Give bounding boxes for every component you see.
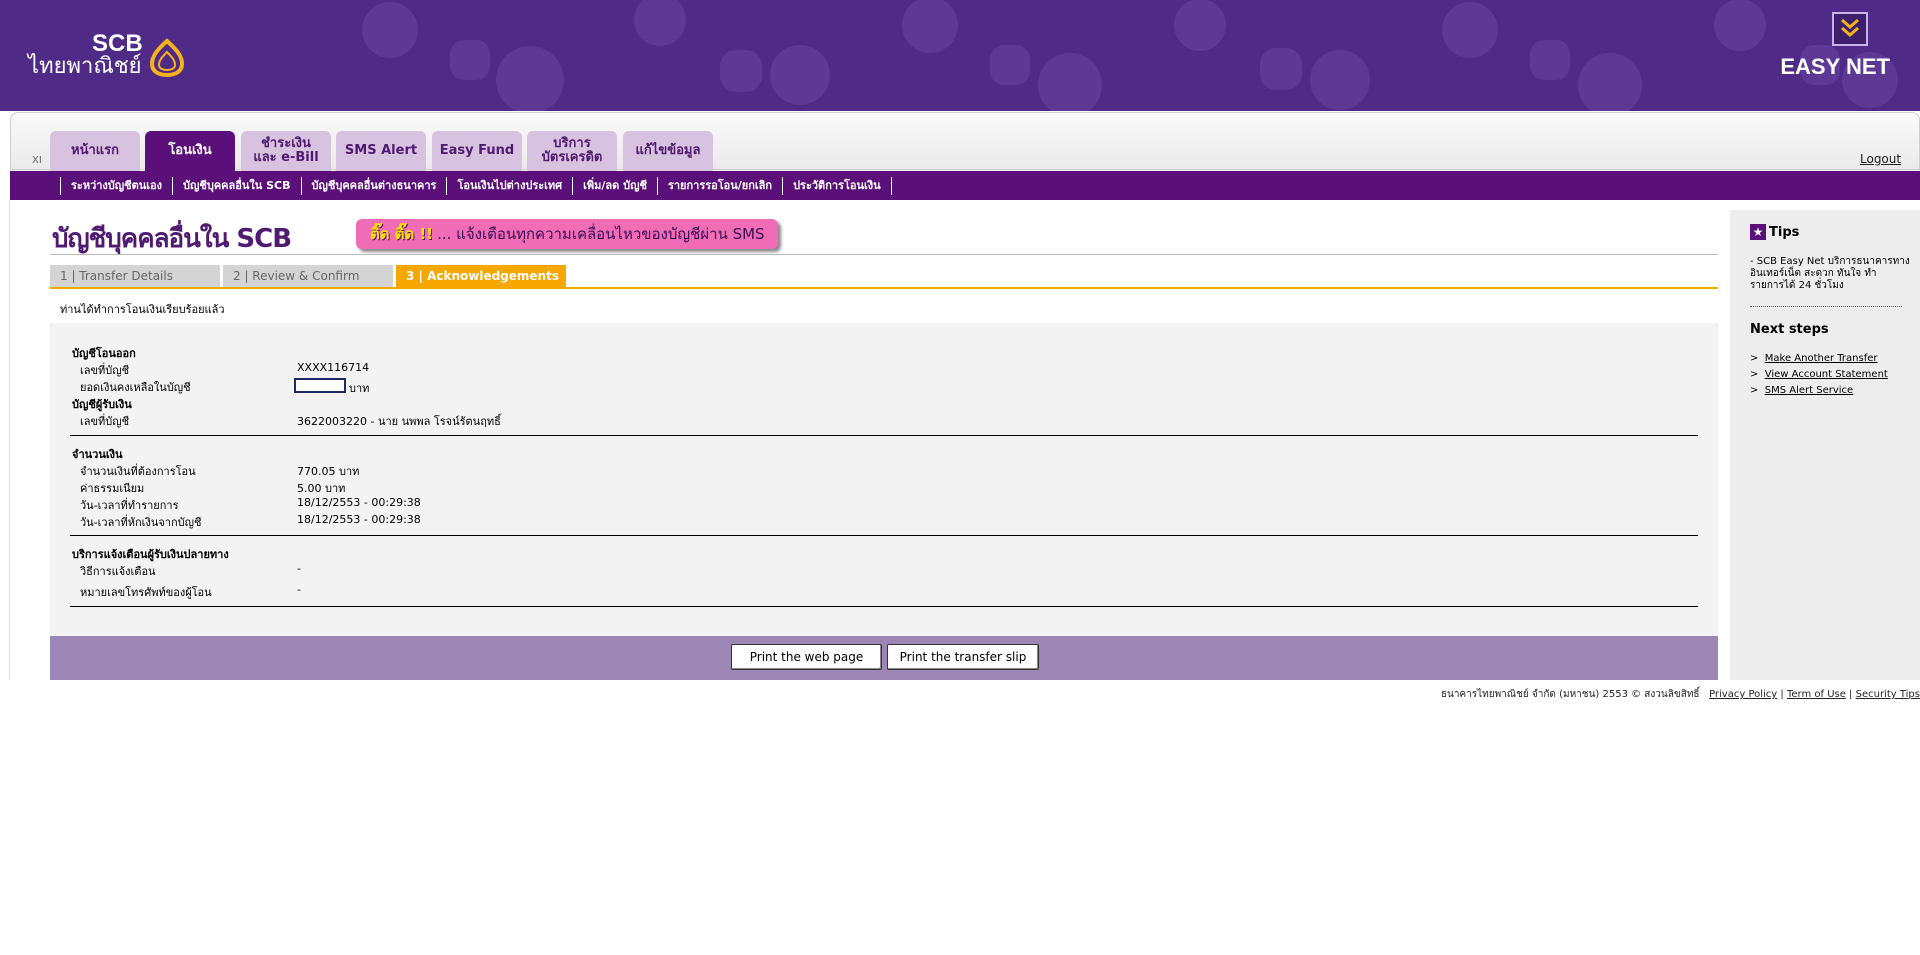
notify-section: บริการแจ้งเตือนผู้รับเงินปลายทาง <box>72 548 229 561</box>
phone-label: หมายเลขโทรศัพท์ของผู้โอน <box>80 586 212 599</box>
sms-alert-service-text[interactable]: SMS Alert Service <box>1765 385 1853 396</box>
amount-value: 770.05 บาท <box>297 465 360 478</box>
subnav-other-scb[interactable]: บัญชีบุคคลอื่นใน SCB <box>172 176 301 195</box>
security-tips-link[interactable]: Security Tips <box>1856 689 1920 700</box>
xi-label: XI <box>32 155 42 166</box>
view-account-statement-text[interactable]: View Account Statement <box>1765 369 1888 380</box>
step-transfer-details: 1 | Transfer Details <box>50 265 220 287</box>
subnav-pending-cancel[interactable]: รายการรอโอน/ยกเลิก <box>656 176 782 195</box>
tab-credit-card[interactable]: บริการ บัตรเครดิต <box>527 131 617 171</box>
subnav-other-bank[interactable]: บัญชีบุคคลอื่นต่างธนาคาร <box>300 176 447 195</box>
debit-time-label: วัน-เวลาที่หักเงินจากบัญชี <box>80 516 202 529</box>
tab-easy-fund[interactable]: Easy Fund <box>432 131 522 171</box>
footer-copyright: ธนาคารไทยพาณิชย์ จำกัด (มหาชน) 2553 © สง… <box>1440 689 1700 700</box>
double-chevron-down-icon <box>1841 18 1859 37</box>
privacy-policy-link[interactable]: Privacy Policy <box>1709 689 1777 700</box>
tab-edit-profile-label: แก้ไขข้อมูล <box>635 143 701 159</box>
view-account-statement-link[interactable]: > View Account Statement <box>1750 369 1888 380</box>
tab-home[interactable]: หน้าแรก <box>50 131 140 171</box>
make-another-transfer-link[interactable]: > Make Another Transfer <box>1750 353 1877 364</box>
tips-title: Tips <box>1769 224 1800 240</box>
tab-credit-card-label: บริการ บัตรเครดิต <box>541 136 603 165</box>
tab-payment-label: ชำระเงิน และ e-Bill <box>253 136 319 165</box>
subnav-overseas[interactable]: โอนเงินไปต่างประเทศ <box>446 176 572 195</box>
terms-of-use-link[interactable]: Term of Use <box>1787 689 1846 700</box>
to-account-label: เลขที่บัญชี <box>80 415 130 428</box>
tab-transfer[interactable]: โอนเงิน <box>145 131 235 171</box>
title-divider <box>50 254 1718 255</box>
tips-divider <box>1750 306 1902 307</box>
fee-value: 5.00 บาท <box>297 482 346 495</box>
success-message: ท่านได้ทำการโอนเงินเรียบร้อยแล้ว <box>60 303 225 316</box>
subnav-history[interactable]: ประวัติการโอนเงิน <box>782 176 892 195</box>
notify-method-label: วิธีการแจ้งเตือน <box>80 565 156 578</box>
to-account-value: 3622003220 - นาย นพพล โรจน์รัตนฤทธิ์ <box>297 415 501 428</box>
print-transfer-slip-button[interactable]: Print the transfer slip <box>887 644 1039 670</box>
divider <box>70 435 1698 436</box>
txn-time-value: 18/12/2553 - 00:29:38 <box>297 496 421 509</box>
step-divider <box>50 287 1718 289</box>
balance-unit: บาท <box>349 382 370 395</box>
from-account-section: บัญชีโอนออก <box>72 347 136 360</box>
step-review-confirm: 2 | Review & Confirm <box>223 265 393 287</box>
notify-method-value: - <box>297 562 301 575</box>
divider <box>70 535 1698 536</box>
step-acknowledgements: 3 | Acknowledgements <box>396 265 566 287</box>
subnav-own-accounts[interactable]: ระหว่างบัญชีตนเอง <box>60 176 172 195</box>
sms-alert-banner[interactable]: ติ๊ด ติ๊ด !! ... แจ้งเตือนทุกความเคลื่อน… <box>356 219 778 249</box>
txn-time-label: วัน-เวลาที่ทำรายการ <box>80 499 179 512</box>
tips-heading: ★ Tips <box>1750 224 1799 240</box>
amount-label: จำนวนเงินที่ต้องการโอน <box>80 465 196 478</box>
tips-sidebar: ★ Tips - SCB Easy Net บริการธนาคารทางอิน… <box>1730 210 1920 680</box>
debit-time-value: 18/12/2553 - 00:29:38 <box>297 513 421 526</box>
subnav-add-remove-account[interactable]: เพิ่ม/ลด บัญชี <box>572 176 657 195</box>
amount-section: จำนวนเงิน <box>72 448 123 461</box>
left-strip <box>0 200 10 680</box>
fee-label: ค่าธรรมเนียม <box>80 482 145 495</box>
logout-link[interactable]: Logout <box>1860 152 1901 166</box>
sms-banner-highlight: ติ๊ด ติ๊ด !! <box>370 225 434 243</box>
logo-scb-text: SCB <box>92 30 143 57</box>
tab-sms-alert-label: SMS Alert <box>344 143 418 159</box>
from-account-value: XXXX116714 <box>297 361 370 374</box>
page-title: บัญชีบุคคลอื่นใน SCB <box>52 224 292 254</box>
to-account-section: บัญชีผู้รับเงิน <box>72 398 132 411</box>
tab-easy-fund-label: Easy Fund <box>439 143 515 159</box>
easy-net-product-name: EASY NET <box>1780 54 1890 79</box>
balance-label: ยอดเงินคงเหลือในบัญชี <box>80 381 191 394</box>
tab-sms-alert[interactable]: SMS Alert <box>336 131 426 171</box>
banner-pattern <box>362 0 1898 111</box>
transfer-details-panel: บัญชีโอนออก เลขที่บัญชี XXXX116714 ยอดเง… <box>50 323 1718 636</box>
print-web-page-button[interactable]: Print the web page <box>731 644 882 670</box>
tab-transfer-label: โอนเงิน <box>168 143 212 159</box>
tab-edit-profile[interactable]: แก้ไขข้อมูล <box>623 131 713 171</box>
from-account-label: เลขที่บัญชี <box>80 364 130 377</box>
logo-thai-text: ไทยพาณิชย์ <box>28 54 142 79</box>
phone-value: - <box>297 583 301 596</box>
balance-masked-box <box>294 378 346 393</box>
scb-emblem-icon <box>149 38 185 78</box>
make-another-transfer-text[interactable]: Make Another Transfer <box>1765 353 1878 364</box>
sub-navigation: ระหว่างบัญชีตนเอง บัญชีบุคคลอื่นใน SCB บ… <box>10 171 1920 200</box>
header-banner: SCB ไทยพาณิชย์ EASY NET <box>0 0 1920 111</box>
collapse-banner-button[interactable] <box>1832 12 1868 46</box>
sms-banner-text: ... แจ้งเตือนทุกความเคลื่อนไหวของบัญชีผ่… <box>437 225 765 243</box>
action-bar: Print the web page Print the transfer sl… <box>50 636 1718 680</box>
divider <box>70 606 1698 607</box>
tab-payment-ebill[interactable]: ชำระเงิน และ e-Bill <box>241 131 331 171</box>
footer: ธนาคารไทยพาณิชย์ จำกัด (มหาชน) 2553 © สง… <box>1440 689 1920 700</box>
tips-text: - SCB Easy Net บริการธนาคารทางอินเทอร์เน… <box>1750 256 1910 291</box>
tab-home-label: หน้าแรก <box>71 143 119 159</box>
star-icon: ★ <box>1750 224 1766 240</box>
sms-alert-service-link[interactable]: > SMS Alert Service <box>1750 385 1853 396</box>
next-steps-heading: Next steps <box>1750 322 1829 337</box>
